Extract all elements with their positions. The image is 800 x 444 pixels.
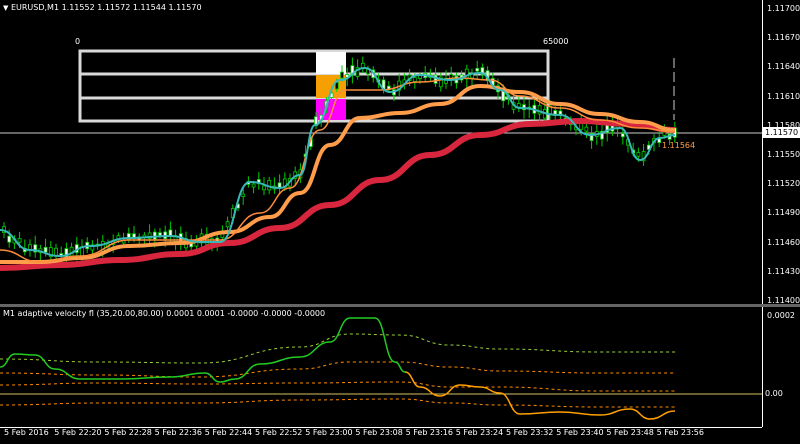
candle-body <box>158 232 162 236</box>
price-tick-label: 1.11670 <box>767 33 800 43</box>
candle-body <box>662 131 667 136</box>
candle-body <box>17 237 22 243</box>
lower-band-line <box>0 398 675 408</box>
time-tick-label: 5 Feb 2016 <box>4 428 49 437</box>
main-chart-panel[interactable]: 1.11564 ▼ EURUSD,M1 1.11552 1.11572 1.11… <box>0 0 762 304</box>
time-tick-label: 5 Feb 23:32 <box>506 428 554 437</box>
price-tick-label: 1.11610 <box>767 91 800 101</box>
candle-body <box>418 75 422 79</box>
triangle-down-icon[interactable]: ▼ <box>3 4 8 12</box>
chart-header: ▼ EURUSD,M1 1.11552 1.11572 1.11544 1.11… <box>3 3 202 13</box>
time-tick-label: 5 Feb 23:56 <box>656 428 704 437</box>
time-tick-label: 5 Feb 22:36 <box>154 428 202 437</box>
price-tick-label: 1.11430 <box>767 266 800 276</box>
chart-title: EURUSD,M1 1.11552 1.11572 1.11544 1.1157… <box>10 3 202 12</box>
candle-body <box>340 71 344 79</box>
candle-body <box>262 185 266 191</box>
time-tick-label: 5 Feb 23:40 <box>556 428 604 437</box>
price-tick-label: 1.11550 <box>767 150 800 159</box>
price-tick-label: 1.11640 <box>767 62 800 72</box>
current-price-label: 1.11570 <box>763 127 800 138</box>
candle-body <box>412 77 417 82</box>
volume-scale-end-label: 65000 <box>543 37 569 46</box>
lower-inner-band-line <box>0 381 675 392</box>
price-tick-label: 1.11490 <box>767 208 800 218</box>
candle-body <box>584 126 589 132</box>
oscillator-title: M1 adaptive velocity fl (35,20.00,80.00)… <box>3 309 326 318</box>
time-tick-label: 5 Feb 23:48 <box>606 428 654 437</box>
oscillator-zero-label: 0.00 <box>763 388 785 399</box>
price-tick-label: 1.11700 <box>767 4 800 13</box>
candle-body <box>277 182 282 189</box>
candle-body <box>579 122 584 130</box>
candle-body <box>636 152 641 157</box>
time-tick-label: 5 Feb 22:28 <box>104 428 152 437</box>
price-axis[interactable]: 1.11700 1.11670 1.11640 1.11610 1.11580 1.115… <box>762 0 800 305</box>
candle-body <box>558 110 563 115</box>
time-tick-label: 5 Feb 22:20 <box>54 428 102 437</box>
upper-inner-band-line <box>0 361 675 378</box>
time-tick-label: 5 Feb 22:52 <box>255 428 303 437</box>
candle-body <box>475 67 480 72</box>
time-tick-label: 5 Feb 22:44 <box>204 428 253 437</box>
price-tick-label: 1.11520 <box>767 179 800 189</box>
upper-band-line <box>0 333 675 364</box>
volume-scale-start-label: 0 <box>75 37 81 46</box>
oscillator-top-label: 0.0002 <box>767 311 795 320</box>
candle-body <box>43 246 48 253</box>
time-tick-label: 5 Feb 23:16 <box>405 428 453 437</box>
time-tick-label: 5 Feb 23:08 <box>355 428 403 437</box>
candle-body <box>251 183 256 188</box>
candle-body <box>620 133 625 138</box>
oscillator-rising-line <box>0 317 406 383</box>
time-tick-label: 5 Feb 23:00 <box>305 428 353 437</box>
time-tick-label: 5 Feb 23:24 <box>455 428 504 437</box>
candle-body <box>225 221 230 228</box>
price-tick-label: 1.11460 <box>767 237 800 247</box>
candle-body <box>516 103 521 108</box>
inline-price-label: 1.11564 <box>662 141 695 150</box>
candle-body <box>241 193 246 197</box>
oscillator-panel[interactable]: M1 adaptive velocity fl (35,20.00,80.00)… <box>0 307 762 427</box>
price-chart-canvas[interactable]: 1.11564 <box>0 0 762 304</box>
oscillator-canvas[interactable] <box>0 307 762 427</box>
time-axis[interactable]: 5 Feb 2016 5 Feb 22:20 5 Feb 22:28 5 Feb 22… <box>0 427 762 444</box>
oscillator-falling-line <box>404 371 676 420</box>
candle-body <box>7 235 12 243</box>
oscillator-axis[interactable]: 0.0002 0.00 <box>762 307 800 427</box>
